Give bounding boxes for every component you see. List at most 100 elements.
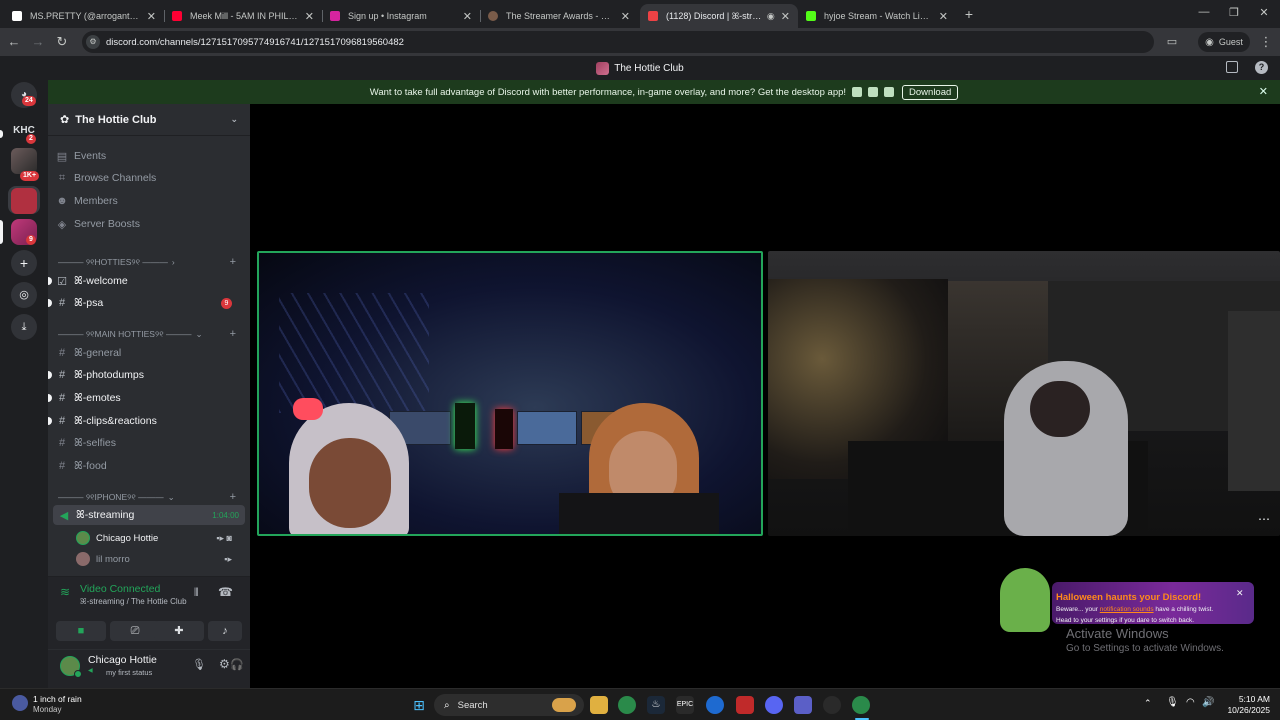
tiktok-icon	[12, 11, 22, 21]
teams-icon[interactable]	[794, 696, 812, 714]
add-server-icon[interactable]: +	[11, 250, 37, 276]
close-icon[interactable]: ✕	[939, 10, 948, 23]
channel-food[interactable]: # ꕤ-food	[56, 456, 242, 476]
chrome-active-icon[interactable]	[852, 696, 870, 714]
discord-icon	[648, 11, 658, 21]
browser-tab-1[interactable]: MS.PRETTY (@arrogantdoll) | TikTok ✕	[4, 4, 164, 28]
reload-icon[interactable]: ↻	[54, 34, 70, 50]
video-tile-chicago-hottie[interactable]	[257, 251, 763, 536]
download-apps-icon[interactable]: ⤓	[11, 314, 37, 340]
chevron-down-icon: ⌄	[230, 114, 238, 124]
close-icon[interactable]: ✕	[305, 10, 314, 23]
category-hotties[interactable]: ——— ୨୧HOTTIES୨୧ ——— › +	[58, 255, 242, 269]
add-channel-icon[interactable]: +	[230, 328, 236, 340]
category-iphone[interactable]: ——— ୨୧IPHONE୨୧ ——— ⌄ +	[58, 490, 242, 504]
mention-badge: 9	[221, 297, 232, 309]
server-header[interactable]: ✿ The Hottie Club ⌄	[48, 104, 250, 136]
browser-tab-3[interactable]: Sign up • Instagram ✕	[322, 4, 480, 28]
channel-psa[interactable]: # ꕤ-psa 9	[48, 293, 242, 313]
disconnect-icon[interactable]: ☎	[218, 585, 233, 599]
close-icon[interactable]: ✕	[147, 10, 156, 23]
channel-clips-reactions[interactable]: # ꕤ-clips&reactions	[48, 411, 242, 431]
browser-tab-4[interactable]: The Streamer Awards - Nominations ✕	[480, 4, 638, 28]
voice-status[interactable]: Video Connected	[80, 583, 160, 595]
chevron-down-icon: ⌄	[195, 328, 203, 339]
discord-app-icon[interactable]	[765, 696, 783, 714]
browser-tab-5-active[interactable]: (1128) Discord | ꕤ-streaming ◉ ✕	[640, 4, 798, 28]
clock-time[interactable]: 5:10 AM	[1226, 694, 1270, 704]
close-icon[interactable]: ✕	[781, 10, 790, 23]
chrome-icon[interactable]	[618, 696, 636, 714]
windows-start-icon[interactable]: ⊞	[410, 696, 428, 714]
add-channel-icon[interactable]: +	[230, 256, 236, 268]
restore-icon[interactable]: ❐	[1224, 6, 1244, 19]
channel-streaming-voice[interactable]: ◀ ꕤ-streaming 1:04:00	[53, 505, 245, 525]
help-icon[interactable]: ?	[1255, 61, 1268, 74]
screen-share-button[interactable]: ⎚	[110, 621, 160, 641]
close-icon[interactable]: ✕	[1259, 85, 1268, 98]
nav-events[interactable]: ▤ Events	[56, 146, 242, 166]
browser-tab-2[interactable]: Meek Mill - 5AM IN PHILLY (Official Vide…	[164, 4, 322, 28]
voice-location[interactable]: ꕤ-streaming / The Hottie Club	[80, 597, 187, 607]
address-bar[interactable]: ⚙ discord.com/channels/12715170957749167…	[82, 31, 1154, 53]
server-icon[interactable]	[11, 188, 37, 214]
add-channel-icon[interactable]: +	[230, 491, 236, 503]
microphone-tray-icon[interactable]: 🎙	[1166, 697, 1179, 708]
close-icon[interactable]: ✕	[463, 10, 472, 23]
file-explorer-icon[interactable]	[590, 696, 608, 714]
more-options-icon[interactable]: ⋯	[1258, 512, 1270, 526]
video-tile-lil-morro[interactable]: ⋯	[768, 251, 1280, 536]
voice-user-chicago-hottie[interactable]: Chicago Hottie ▪▸ ◙	[76, 529, 242, 547]
app-icon[interactable]	[706, 696, 724, 714]
steam-icon[interactable]: ♨	[647, 696, 665, 714]
user-name[interactable]: Chicago Hottie	[88, 654, 157, 666]
channel-selfies[interactable]: # ꕤ-selfies	[56, 433, 242, 453]
discover-icon[interactable]: ◎	[11, 282, 37, 308]
new-tab-button[interactable]: +	[960, 6, 978, 24]
browse-channels-icon: ⌗	[58, 171, 66, 184]
noise-suppression-icon[interactable]: ⫴	[194, 587, 199, 600]
search-label: Search	[457, 699, 488, 711]
channel-welcome[interactable]: ☑ ꕤ-welcome	[48, 271, 242, 291]
site-info-icon[interactable]: ⚙	[86, 35, 100, 49]
back-icon[interactable]: ←	[6, 34, 22, 50]
android-icon	[868, 87, 879, 97]
app-icon[interactable]	[823, 696, 841, 714]
clock-date[interactable]: 10/26/2025	[1216, 705, 1270, 715]
weather-icon[interactable]	[12, 695, 28, 711]
headphones-icon[interactable]: 🎧	[230, 658, 244, 671]
volume-icon[interactable]: 🔊	[1202, 697, 1214, 708]
forward-icon[interactable]: →	[30, 34, 46, 50]
nav-members[interactable]: ☻ Members	[56, 191, 242, 211]
settings-icon[interactable]: ⚙	[219, 657, 230, 671]
nav-server-boosts[interactable]: ◈ Server Boosts	[56, 214, 242, 234]
channel-general[interactable]: # ꕤ-general	[56, 343, 242, 363]
toast-link[interactable]: notification sounds	[1100, 606, 1154, 613]
close-window-icon[interactable]: ✕	[1254, 6, 1274, 19]
category-main-hotties[interactable]: ——— ୨୧MAIN HOTTIES୨୧ ——— ⌄ +	[58, 327, 242, 341]
voice-user-lil-morro[interactable]: lil morro ▪▸	[76, 550, 242, 568]
browser-tab-6[interactable]: hyjoe Stream - Watch Live on Kick ✕	[798, 4, 956, 28]
epic-games-icon[interactable]: EPIC	[676, 696, 694, 714]
wifi-icon[interactable]: ◠	[1186, 697, 1195, 708]
camera-button[interactable]: ■	[56, 621, 106, 641]
taskbar-search[interactable]: ⌕ Search	[434, 694, 584, 716]
channel-photodumps[interactable]: # ꕤ-photodumps	[48, 365, 242, 385]
channel-emotes[interactable]: # ꕤ-emotes	[48, 388, 242, 408]
minimize-icon[interactable]: —	[1194, 6, 1214, 18]
microphone-icon[interactable]: 🎙	[192, 658, 206, 671]
app-icon[interactable]	[736, 696, 754, 714]
download-button[interactable]: Download	[902, 84, 959, 100]
nav-browse-channels[interactable]: ⌗ Browse Channels	[56, 168, 242, 188]
inbox-icon[interactable]	[1226, 61, 1238, 73]
weather-title[interactable]: 1 inch of rain	[33, 694, 82, 704]
soundboard-button[interactable]: ♪	[208, 621, 242, 641]
close-icon[interactable]: ✕	[1236, 588, 1244, 599]
profile-button[interactable]: ◉ Guest	[1198, 32, 1250, 52]
close-icon[interactable]: ✕	[621, 10, 630, 23]
menu-icon[interactable]: ⋮	[1258, 34, 1274, 50]
cast-icon[interactable]: ▭	[1164, 34, 1180, 50]
tray-overflow-icon[interactable]: ⌃	[1144, 698, 1152, 709]
download-banner: Want to take full advantage of Discord w…	[48, 80, 1280, 104]
activities-button[interactable]: ✚	[154, 621, 204, 641]
